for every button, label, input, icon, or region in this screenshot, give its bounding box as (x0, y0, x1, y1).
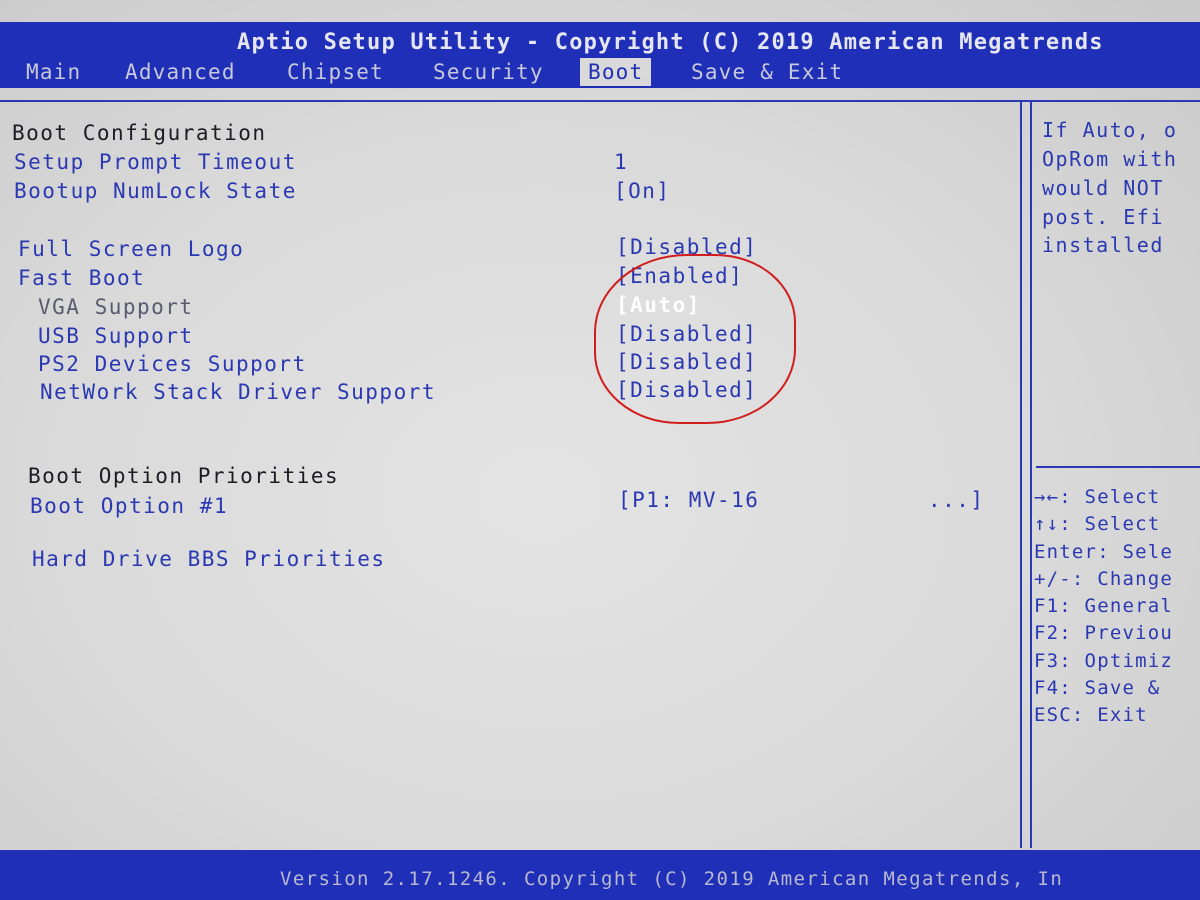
bootup-numlock-value[interactable]: [On] (614, 178, 671, 204)
network-stack-driver-value[interactable]: [Disabled] (616, 377, 757, 403)
tab-chipset[interactable]: Chipset (279, 58, 392, 86)
help-line-3: would NOT (1042, 176, 1164, 200)
help-line-1: If Auto, o (1042, 118, 1178, 142)
boot-option-1-item[interactable]: Boot Option #1 (30, 493, 228, 519)
pane-divider-inner (1030, 100, 1032, 848)
fast-boot-item[interactable]: Fast Boot (18, 265, 145, 291)
full-screen-logo-value[interactable]: [Disabled] (616, 234, 757, 260)
version-footer: Version 2.17.1246. Copyright (C) 2019 Am… (280, 868, 1064, 890)
network-stack-driver-item[interactable]: NetWork Stack Driver Support (40, 379, 436, 405)
window-title: Aptio Setup Utility - Copyright (C) 2019… (237, 30, 1104, 55)
full-screen-logo-item[interactable]: Full Screen Logo (18, 236, 244, 262)
title-bar: Aptio Setup Utility - Copyright (C) 2019… (0, 22, 1200, 88)
help-line-5: installed (1042, 233, 1164, 257)
key-hint-esc: ESC: Exit (1034, 704, 1148, 726)
tab-security[interactable]: Security (425, 58, 552, 86)
setup-prompt-timeout-item[interactable]: Setup Prompt Timeout (14, 149, 297, 175)
tab-advanced[interactable]: Advanced (117, 58, 244, 86)
key-hint-f4: F4: Save & (1034, 677, 1161, 699)
hard-drive-bbs-priorities-item[interactable]: Hard Drive BBS Priorities (32, 546, 386, 572)
help-divider (1036, 466, 1200, 468)
boot-option-1-value-end: ...] (928, 488, 985, 512)
tab-boot[interactable]: Boot (580, 58, 652, 86)
key-hint-enter: Enter: Sele (1034, 541, 1174, 563)
bios-screen: Aptio Setup Utility - Copyright (C) 2019… (0, 0, 1200, 900)
key-hint-f2: F2: Previou (1034, 622, 1174, 644)
key-hint-select-screen: →←: Select (1034, 486, 1161, 508)
key-hint-f1: F1: General (1034, 595, 1174, 617)
tab-main[interactable]: Main (18, 58, 89, 86)
pane-divider (1020, 100, 1022, 848)
key-hint-select-item: ↑↓: Select (1034, 513, 1161, 535)
boot-option-priorities-heading: Boot Option Priorities (28, 464, 340, 488)
setup-prompt-timeout-value[interactable]: 1 (614, 149, 628, 175)
boot-option-1-value[interactable]: [P1: MV-16 (618, 487, 759, 513)
usb-support-item[interactable]: USB Support (38, 323, 194, 349)
ps2-devices-support-value[interactable]: [Disabled] (616, 349, 757, 375)
tab-save-exit[interactable]: Save & Exit (683, 58, 851, 86)
help-line-4: post. Efi (1042, 205, 1164, 229)
key-hint-f3: F3: Optimiz (1034, 650, 1174, 672)
usb-support-value[interactable]: [Disabled] (616, 321, 757, 347)
fast-boot-value[interactable]: [Enabled] (616, 263, 743, 289)
ps2-devices-support-item[interactable]: PS2 Devices Support (38, 351, 307, 377)
boot-configuration-heading: Boot Configuration (12, 121, 267, 145)
key-hint-change: +/-: Change (1034, 568, 1174, 590)
vga-support-item[interactable]: VGA Support (38, 294, 194, 320)
bootup-numlock-item[interactable]: Bootup NumLock State (14, 178, 297, 204)
footer-bar: Version 2.17.1246. Copyright (C) 2019 Am… (0, 850, 1200, 900)
vga-support-value[interactable]: [Auto] (616, 292, 701, 318)
help-line-2: OpRom with (1042, 147, 1178, 171)
